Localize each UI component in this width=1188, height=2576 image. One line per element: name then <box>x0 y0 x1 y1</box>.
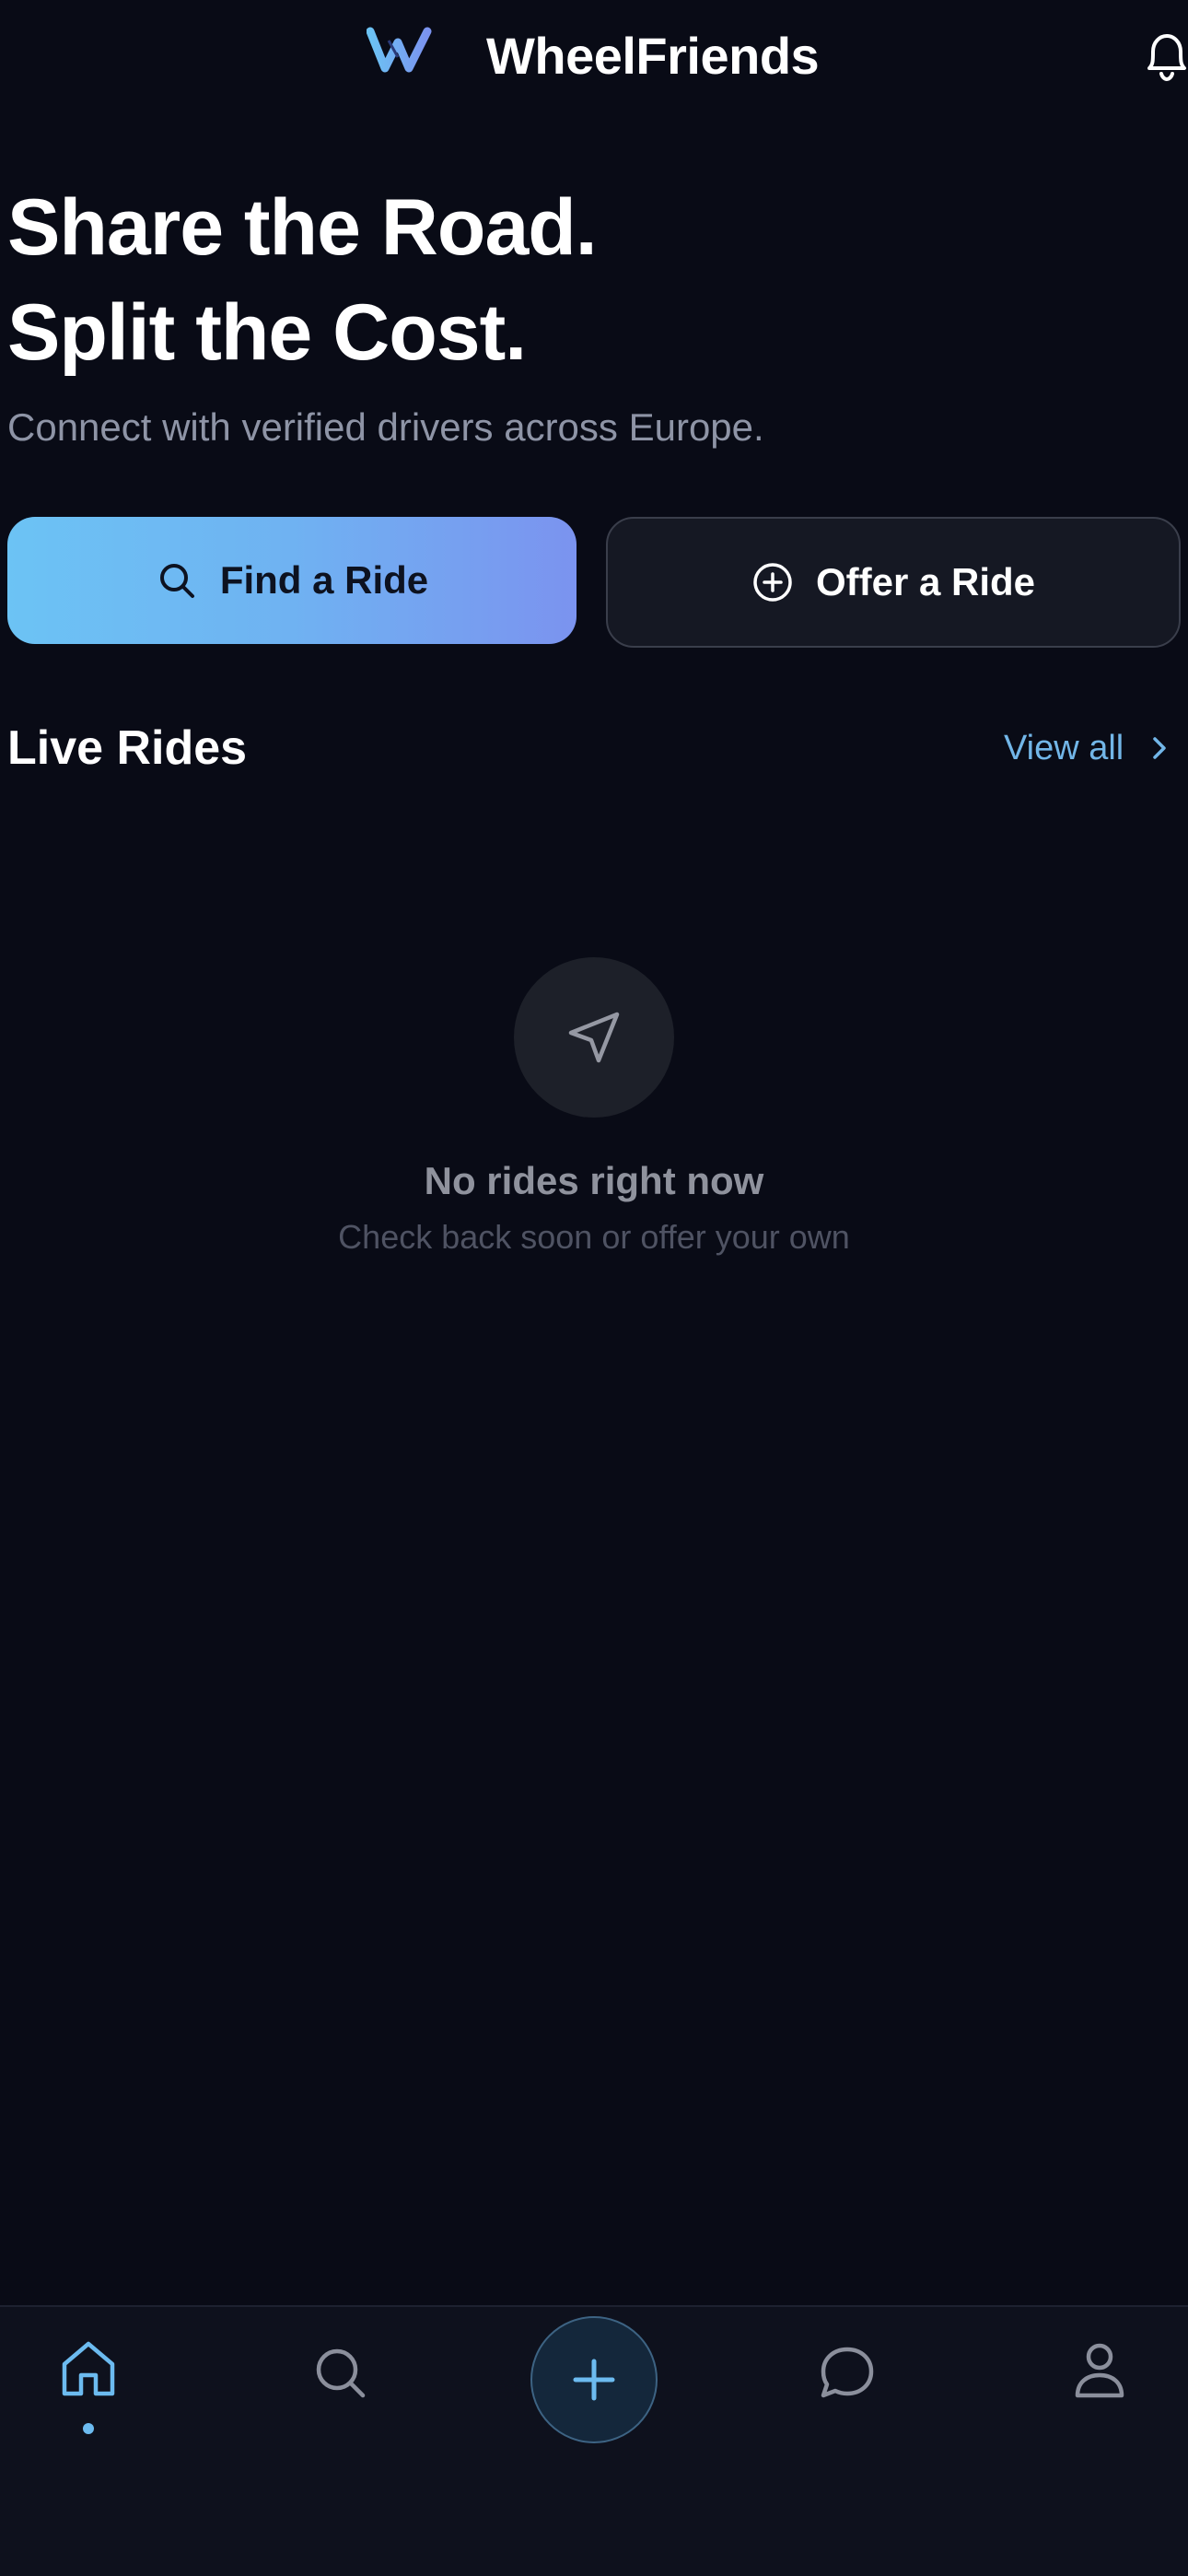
nav-search-icon[interactable] <box>304 2336 378 2410</box>
view-all-link[interactable]: View all <box>1004 724 1175 772</box>
plus-circle-icon <box>751 561 794 603</box>
empty-state-subtitle: Check back soon or offer your own <box>338 1218 850 1256</box>
w-logo-icon <box>367 24 435 76</box>
live-rides-title: Live Rides <box>7 721 248 775</box>
navigation-arrow-icon <box>568 1012 620 1063</box>
find-ride-label: Find a Ride <box>219 558 429 602</box>
nav-chat-bubble-icon[interactable] <box>810 2336 884 2410</box>
find-ride-button[interactable]: Find a Ride <box>7 517 577 644</box>
offer-ride-button[interactable]: Offer a Ride <box>606 517 1181 648</box>
app-title: WheelFriends <box>486 27 820 85</box>
active-indicator-dot <box>83 2423 94 2434</box>
empty-state-badge <box>514 957 674 1118</box>
offer-ride-label: Offer a Ride <box>815 560 1036 603</box>
empty-state-title: No rides right now <box>424 1159 764 1202</box>
hero-title-line-2: Split the Cost. <box>7 288 527 377</box>
plus-icon <box>573 2359 615 2401</box>
view-all-label: View all <box>1004 729 1124 767</box>
hero-title-line-1: Share the Road. <box>7 183 598 272</box>
nav-user-icon[interactable] <box>1063 2333 1136 2406</box>
nav-add-button[interactable] <box>530 2316 658 2443</box>
hero-subtitle: Connect with verified drivers across Eur… <box>7 405 764 449</box>
search-icon <box>156 559 198 602</box>
home-screen: WheelFriends Share the Road. Split the C… <box>0 0 1188 2576</box>
top-bar: WheelFriends <box>0 0 1188 111</box>
hero-title: Share the Road. Split the Cost. <box>7 175 598 385</box>
nav-home-icon[interactable] <box>52 2333 125 2406</box>
bell-icon[interactable] <box>1135 24 1188 88</box>
chevron-right-icon <box>1144 732 1175 764</box>
